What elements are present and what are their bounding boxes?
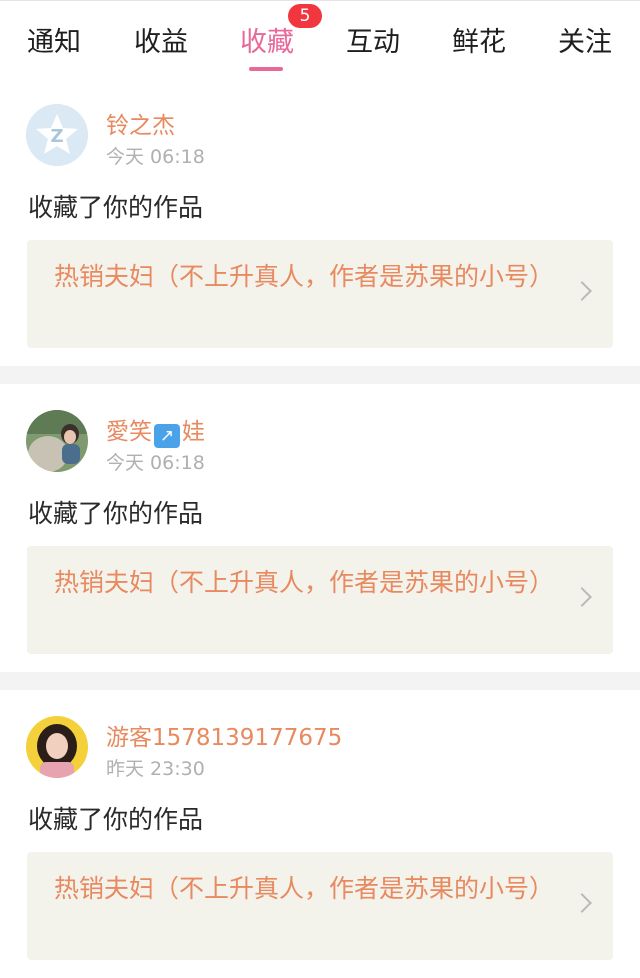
action-text: 收藏了你的作品	[28, 499, 204, 528]
tab-following[interactable]: 关注	[537, 23, 633, 63]
tab-favorites[interactable]: 收藏	[219, 23, 315, 71]
divider	[0, 366, 640, 384]
chevron-right-icon	[572, 281, 592, 301]
tab-label: 通知	[27, 27, 81, 58]
action-text: 收藏了你的作品	[28, 805, 204, 834]
chevron-right-icon	[572, 893, 592, 913]
chevron-right-icon	[572, 587, 592, 607]
user-name[interactable]: 愛笑 ↗ 娃	[106, 412, 205, 448]
avatar[interactable]	[26, 716, 88, 778]
work-link[interactable]: 热销夫妇（不上升真人，作者是苏果的小号）	[27, 852, 613, 960]
user-name[interactable]: 游客1578139177675	[106, 718, 342, 752]
user-name-part: 娃	[182, 419, 205, 445]
favorites-count-badge: 5	[288, 4, 322, 28]
work-link[interactable]: 热销夫妇（不上升真人，作者是苏果的小号）	[27, 546, 613, 654]
divider	[0, 672, 640, 690]
qq-default-avatar-icon[interactable]: Z	[26, 104, 88, 166]
tab-label: 收藏	[240, 27, 294, 58]
work-title: 热销夫妇（不上升真人，作者是苏果的小号）	[54, 568, 555, 597]
svg-text:Z: Z	[50, 126, 63, 147]
avatar[interactable]	[26, 410, 88, 472]
work-title: 热销夫妇（不上升真人，作者是苏果的小号）	[54, 874, 555, 903]
arrow-up-right-emoji-icon: ↗	[154, 424, 180, 448]
work-title: 热销夫妇（不上升真人，作者是苏果的小号）	[54, 262, 555, 291]
tab-label: 鲜花	[452, 27, 506, 58]
tab-flowers[interactable]: 鲜花	[431, 23, 527, 63]
active-tab-indicator	[249, 67, 283, 71]
notification-card: 愛笑 ↗ 娃 今天 06:18 收藏了你的作品 热销夫妇（不上升真人，作者是苏果的小…	[0, 384, 640, 672]
notification-card: 游客1578139177675 昨天 23:30 收藏了你的作品 热销夫妇（不上…	[0, 690, 640, 978]
action-text: 收藏了你的作品	[28, 193, 204, 222]
work-link[interactable]: 热销夫妇（不上升真人，作者是苏果的小号）	[27, 240, 613, 348]
timestamp: 昨天 23:30	[106, 758, 205, 780]
tab-notifications[interactable]: 通知	[6, 23, 102, 63]
tab-label: 关注	[558, 27, 612, 58]
timestamp: 今天 06:18	[106, 452, 205, 474]
user-name-part: 愛笑	[106, 419, 152, 445]
tab-label: 收益	[134, 27, 188, 58]
user-name[interactable]: 铃之杰	[106, 106, 175, 140]
notification-card: Z 铃之杰 今天 06:18 收藏了你的作品 热销夫妇（不上升真人，作者是苏果的…	[0, 82, 640, 366]
tab-bar: 通知 收益 收藏 5 互动 鲜花 关注	[0, 0, 640, 82]
tab-interactions[interactable]: 互动	[325, 23, 421, 63]
timestamp: 今天 06:18	[106, 146, 205, 168]
tab-label: 互动	[346, 27, 400, 58]
tab-earnings[interactable]: 收益	[113, 23, 209, 63]
